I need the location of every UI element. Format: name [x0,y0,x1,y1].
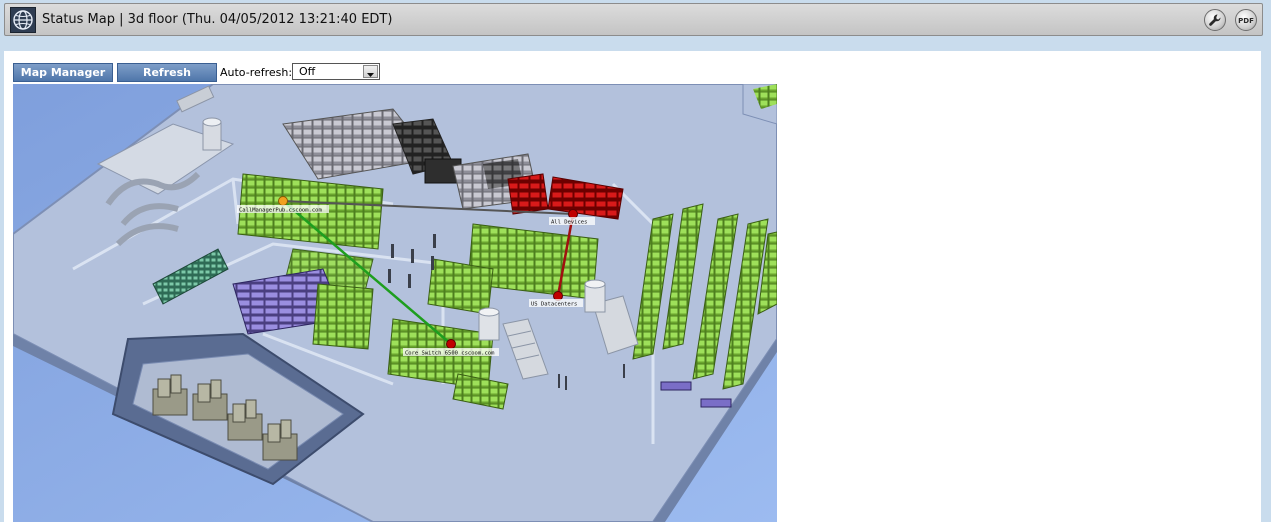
main-panel: Map Manager Refresh Auto-refresh: Off Ca… [4,51,1261,522]
node-callmanager[interactable] [278,196,288,206]
auto-refresh-label: Auto-refresh: [220,66,293,79]
node-core-switch[interactable] [446,339,456,349]
globe-icon [10,7,36,33]
label-us-datacenter: US Datacenters [531,302,577,308]
auto-refresh-value: Off [299,65,316,78]
label-callmanager: CallManagerPub.cscoom.com [239,208,322,214]
map-manager-button[interactable]: Map Manager [13,63,113,82]
chevron-down-icon[interactable] [363,65,378,78]
wrench-icon[interactable] [1204,9,1226,31]
svg-text:PDF: PDF [1238,17,1254,25]
refresh-button[interactable]: Refresh [117,63,217,82]
label-all-devices: All Devices [551,220,587,226]
pdf-icon[interactable]: PDF [1235,9,1257,31]
label-core-switch: Core Switch 6500 cscoom.com [405,351,495,357]
title-bar: Status Map | 3d floor (Thu. 04/05/2012 1… [4,3,1263,36]
page-title: Status Map | 3d floor (Thu. 04/05/2012 1… [42,12,393,27]
floor-map[interactable]: CallManagerPub.cscoom.com All Devices US… [13,84,777,522]
floor-map-canvas[interactable]: CallManagerPub.cscoom.com All Devices US… [13,84,777,522]
auto-refresh-select[interactable]: Off [292,63,380,80]
